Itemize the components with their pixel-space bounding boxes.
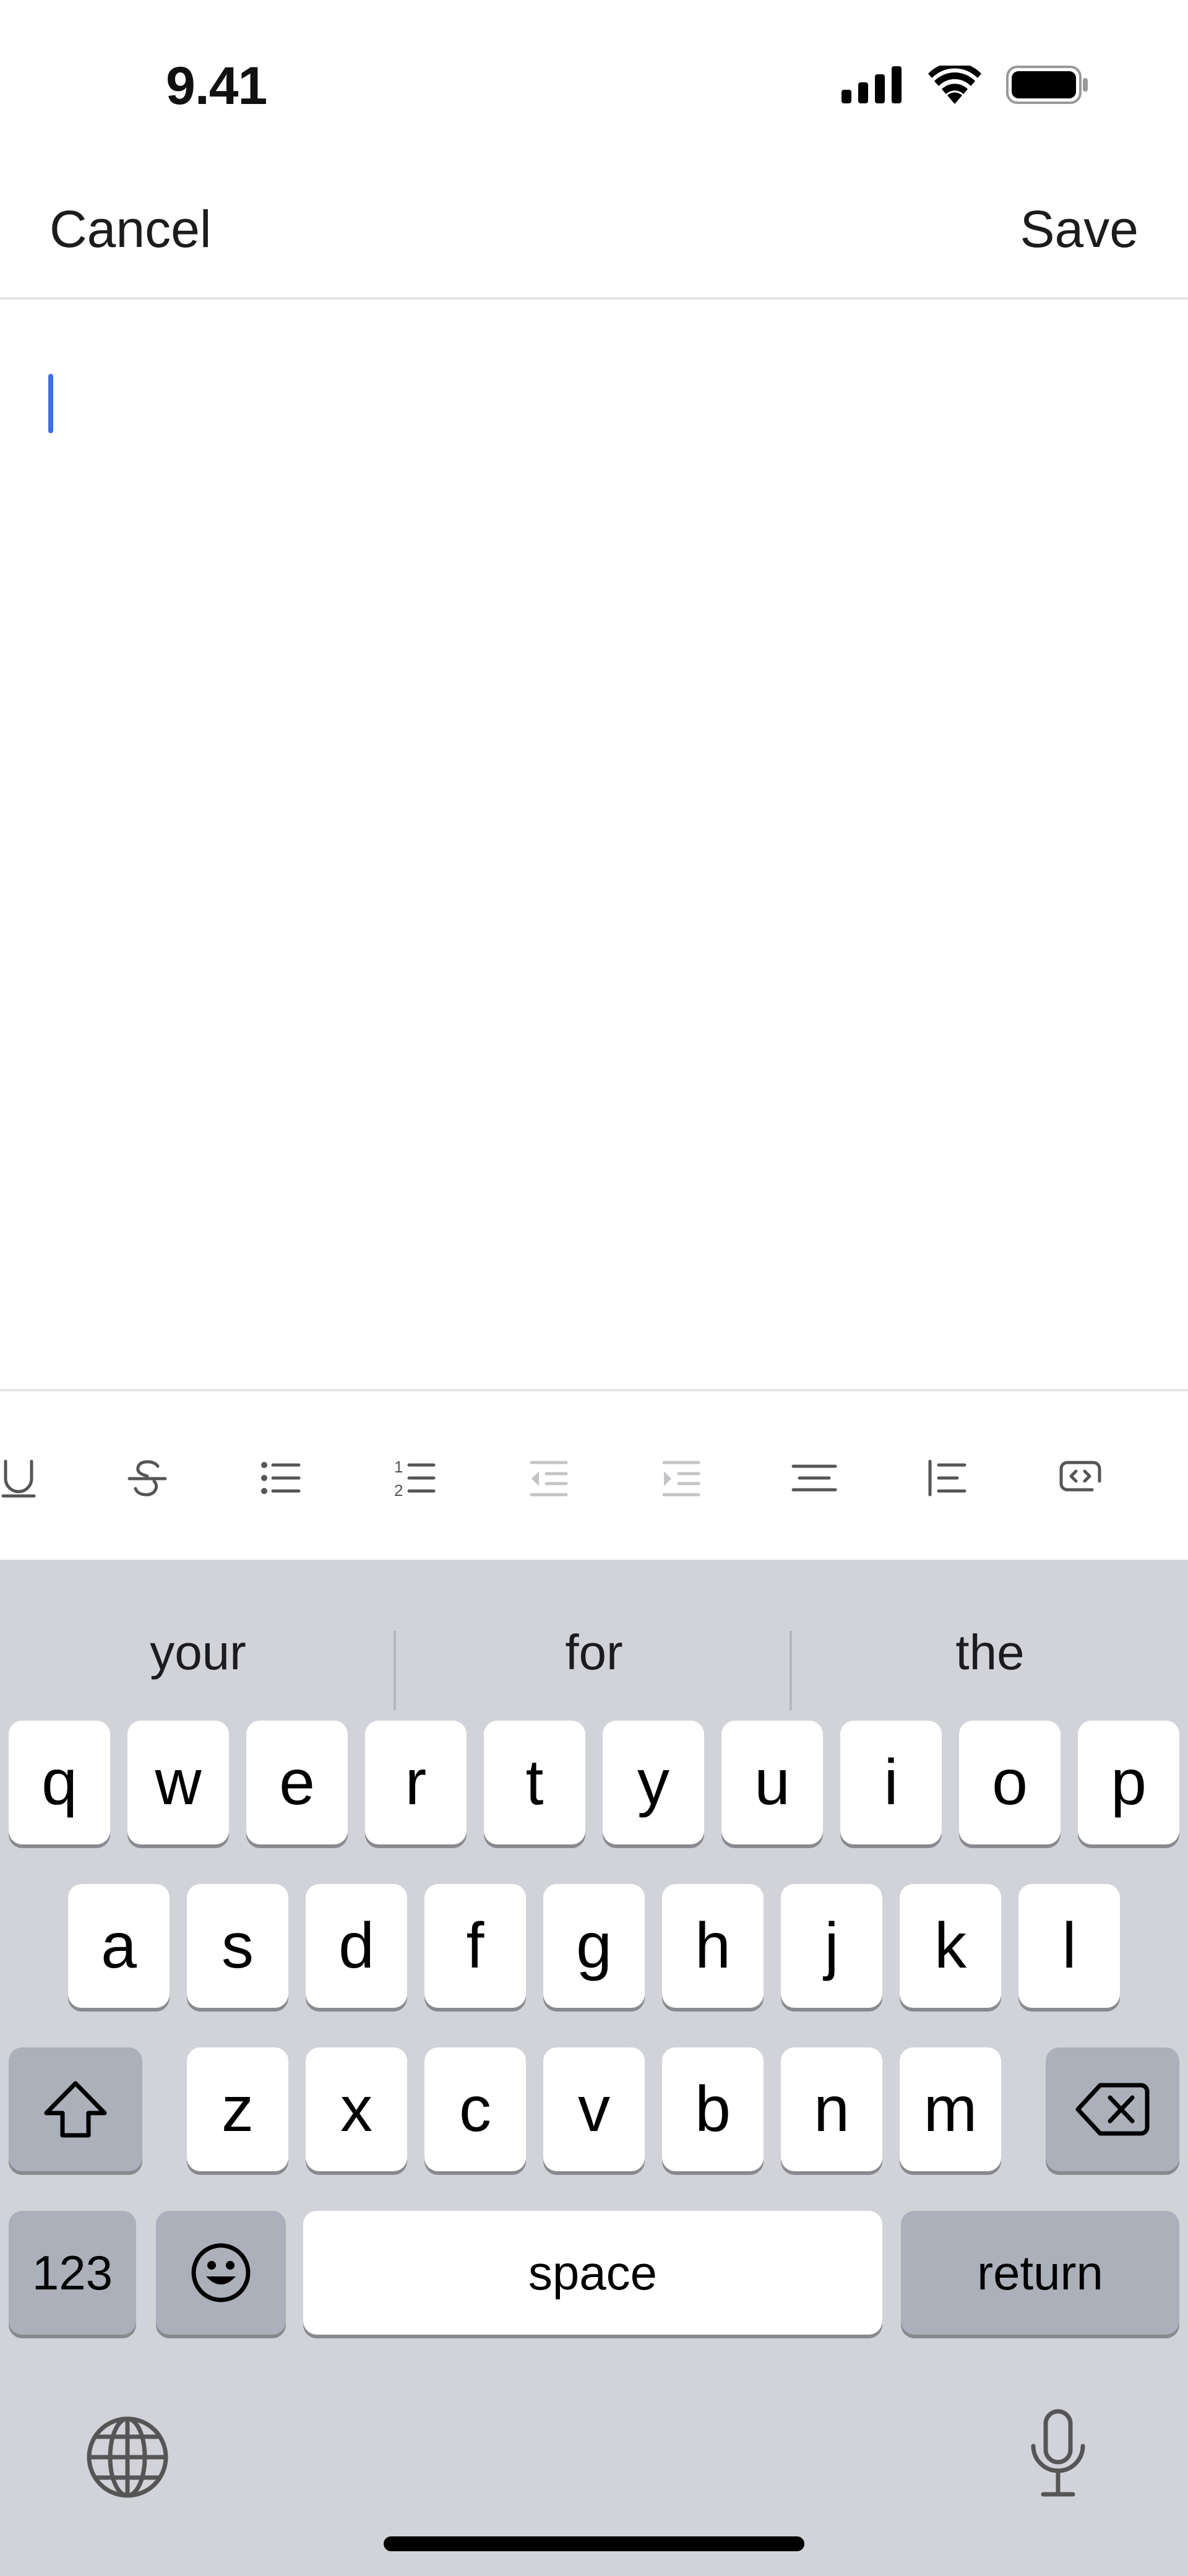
key-j[interactable]: j [781, 1884, 882, 2008]
suggestion-bar: your for the [0, 1594, 1188, 1711]
return-key[interactable]: return [901, 2211, 1179, 2335]
key-y[interactable]: y [603, 1721, 704, 1844]
signal-icon [842, 66, 902, 103]
backspace-icon [1075, 2083, 1150, 2136]
numbers-key[interactable]: 123 [9, 2211, 136, 2335]
svg-text:1: 1 [394, 1458, 403, 1476]
indent-button[interactable] [644, 1441, 718, 1515]
key-m[interactable]: m [900, 2047, 1001, 2171]
key-f[interactable]: f [424, 1884, 526, 2008]
outdent-icon [530, 1461, 568, 1497]
shift-icon [44, 2081, 107, 2138]
key-l[interactable]: l [1018, 1884, 1120, 2008]
align-center-button[interactable] [777, 1441, 851, 1515]
cancel-button[interactable]: Cancel [50, 199, 211, 259]
space-key[interactable]: space [303, 2211, 882, 2335]
microphone-icon [1031, 2409, 1085, 2497]
key-i[interactable]: i [840, 1721, 942, 1844]
bullet-list-icon [261, 1462, 301, 1494]
code-block-icon [1059, 1461, 1101, 1492]
return-key-label: return [977, 2245, 1103, 2300]
blockquote-button[interactable] [910, 1441, 984, 1515]
keyboard: your for the q w e r t y u i o p a s d f… [0, 1560, 1188, 2576]
strikethrough-icon [127, 1460, 167, 1497]
key-u[interactable]: u [721, 1721, 823, 1844]
key-a[interactable]: a [68, 1884, 170, 2008]
key-x[interactable]: x [306, 2047, 407, 2171]
key-g[interactable]: g [543, 1884, 645, 2008]
code-block-button[interactable] [1043, 1441, 1117, 1515]
numbered-list-icon: 1 2 [394, 1458, 436, 1500]
key-p[interactable]: p [1078, 1721, 1179, 1844]
nav-bar: Cancel Save [0, 142, 1188, 300]
bullet-list-button[interactable] [244, 1441, 318, 1515]
key-z[interactable]: z [187, 2047, 288, 2171]
dictation-button[interactable] [1015, 2408, 1101, 2500]
align-center-icon [791, 1464, 837, 1492]
globe-icon [87, 2416, 168, 2498]
outdent-button[interactable] [511, 1441, 585, 1515]
emoji-icon [191, 2243, 251, 2302]
key-e[interactable]: e [246, 1721, 348, 1844]
suggestion-item[interactable]: the [792, 1594, 1188, 1711]
key-c[interactable]: c [424, 2047, 526, 2171]
space-key-label: space [528, 2245, 658, 2300]
blockquote-icon [928, 1459, 966, 1497]
key-r[interactable]: r [365, 1721, 467, 1844]
key-w[interactable]: w [127, 1721, 229, 1844]
underline-button[interactable] [0, 1441, 56, 1515]
indent-icon [662, 1461, 700, 1497]
key-v[interactable]: v [543, 2047, 645, 2171]
key-d[interactable]: d [306, 1884, 407, 2008]
shift-key[interactable] [9, 2047, 142, 2171]
format-toolbar: 1 2 [0, 1389, 1188, 1562]
key-b[interactable]: b [662, 2047, 764, 2171]
battery-icon [1006, 66, 1088, 104]
text-cursor [48, 374, 53, 433]
text-editor[interactable] [0, 300, 1188, 1389]
home-indicator [384, 2536, 804, 2551]
svg-text:2: 2 [394, 1481, 403, 1500]
key-q[interactable]: q [9, 1721, 110, 1844]
key-o[interactable]: o [959, 1721, 1061, 1844]
numbers-key-label: 123 [32, 2245, 113, 2300]
key-t[interactable]: t [484, 1721, 585, 1844]
emoji-key[interactable] [156, 2211, 286, 2335]
key-h[interactable]: h [662, 1884, 764, 2008]
strikethrough-button[interactable] [110, 1441, 184, 1515]
suggestion-item[interactable]: your [0, 1594, 396, 1711]
delete-key[interactable] [1046, 2047, 1179, 2171]
globe-button[interactable] [84, 2414, 171, 2500]
key-n[interactable]: n [781, 2047, 882, 2171]
suggestion-item[interactable]: for [396, 1594, 792, 1711]
underline-icon [1, 1459, 36, 1498]
status-time: 9.41 [166, 56, 267, 116]
key-k[interactable]: k [900, 1884, 1001, 2008]
status-icons [842, 66, 1089, 104]
numbered-list-button[interactable]: 1 2 [377, 1441, 452, 1515]
wifi-icon [928, 66, 981, 104]
save-button[interactable]: Save [1020, 199, 1138, 259]
key-s[interactable]: s [187, 1884, 288, 2008]
